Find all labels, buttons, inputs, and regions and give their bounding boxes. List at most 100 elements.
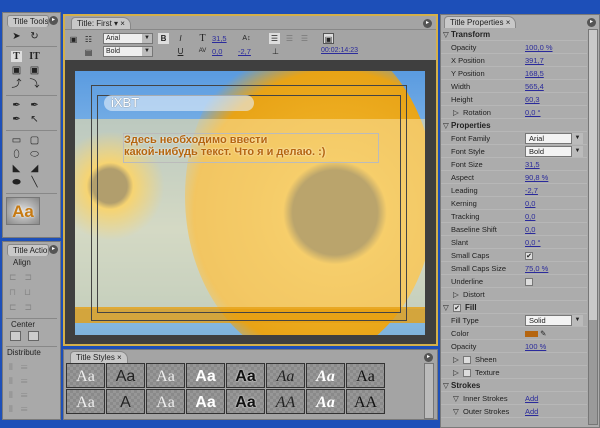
logo-text[interactable]: iXBT bbox=[111, 95, 139, 110]
expand-icon[interactable]: ▷ bbox=[453, 106, 459, 119]
roll-crawl-icon[interactable]: ☷ bbox=[83, 34, 94, 45]
property-value[interactable]: 0,0 ° bbox=[525, 236, 541, 249]
style-swatch[interactable]: Aa bbox=[186, 389, 225, 414]
panel-menu-button[interactable]: ▸ bbox=[49, 245, 58, 254]
delete-anchor-tool-icon[interactable]: ✒ bbox=[29, 100, 40, 111]
property-value[interactable]: 168,5 bbox=[525, 67, 544, 80]
line-tool-icon[interactable]: ╲ bbox=[29, 177, 40, 188]
italic-button[interactable]: I bbox=[175, 33, 186, 44]
title-text-box[interactable]: Здесь необходимо ввести какой-нибудь тек… bbox=[123, 133, 379, 163]
arc-tool-icon[interactable]: ◢ bbox=[29, 163, 40, 174]
collapse-icon[interactable]: ▽ bbox=[443, 301, 449, 314]
tab-title-properties[interactable]: Title Properties × bbox=[444, 16, 517, 28]
collapse-icon[interactable]: ▽ bbox=[443, 379, 449, 392]
style-swatch[interactable]: Aa bbox=[146, 389, 185, 414]
panel-menu-button[interactable]: ▸ bbox=[424, 353, 433, 362]
style-swatch[interactable]: Aa bbox=[226, 363, 265, 388]
tab-title-actions[interactable]: Title Actions bbox=[7, 244, 49, 256]
expand-icon[interactable]: ▷ bbox=[453, 288, 459, 301]
style-swatch[interactable]: Aa bbox=[66, 363, 105, 388]
property-value[interactable]: 100,0 % bbox=[525, 41, 553, 54]
style-swatch[interactable]: Aa bbox=[266, 363, 305, 388]
expand-icon[interactable]: ▷ bbox=[453, 353, 459, 366]
style-swatch[interactable]: Aa bbox=[186, 363, 225, 388]
panel-menu-button[interactable]: ▸ bbox=[423, 19, 432, 28]
timecode[interactable]: 00:02:14:23 bbox=[321, 47, 358, 54]
add-anchor-tool-icon[interactable]: ✒ bbox=[11, 114, 22, 125]
small-caps-checkbox[interactable]: ✔ bbox=[525, 252, 533, 261]
video-frame[interactable]: iXBT Здесь необходимо ввести какой-нибуд… bbox=[75, 71, 425, 335]
align-buttons[interactable]: ⊏⊐ ⊓⊔ ⊏⊐ bbox=[9, 270, 49, 315]
rounded-corner-tool-icon[interactable]: ⬭ bbox=[29, 149, 40, 160]
ellipse-tool-icon[interactable]: ⬬ bbox=[11, 177, 22, 188]
scrollbar-thumb[interactable] bbox=[589, 30, 597, 320]
style-swatch[interactable]: Aa bbox=[226, 389, 265, 414]
style-swatch[interactable]: Aa bbox=[106, 363, 145, 388]
tab-title-first[interactable]: Title: First ▾ × bbox=[71, 17, 131, 29]
font-size-value[interactable]: 31,5 bbox=[212, 34, 227, 43]
collapse-icon[interactable]: ▽ bbox=[453, 392, 459, 405]
rotation-tool-icon[interactable]: ↻ bbox=[29, 31, 40, 42]
font-family-dropdown[interactable]: Arial bbox=[525, 133, 583, 144]
tab-stops-icon[interactable]: ⊥ bbox=[270, 46, 281, 57]
property-value[interactable]: 391,7 bbox=[525, 54, 544, 67]
collapse-icon[interactable]: ▽ bbox=[443, 119, 449, 132]
fill-checkbox[interactable]: ✔ bbox=[453, 304, 461, 313]
tab-title-tools[interactable]: Title Tools bbox=[7, 15, 49, 27]
property-value[interactable]: -2,7 bbox=[525, 184, 538, 197]
properties-scrollbar[interactable] bbox=[588, 29, 598, 425]
styles-scrollbar[interactable] bbox=[424, 363, 434, 419]
property-value[interactable]: 0,0 bbox=[525, 223, 535, 236]
panel-menu-button[interactable]: ▸ bbox=[49, 16, 58, 25]
convert-anchor-tool-icon[interactable]: ↖ bbox=[29, 114, 40, 125]
underline-button[interactable]: U bbox=[175, 46, 186, 57]
property-value[interactable]: 0,0 bbox=[525, 197, 535, 210]
property-value[interactable]: Add bbox=[525, 392, 538, 405]
property-value[interactable]: 0,0 bbox=[525, 210, 535, 223]
style-swatch[interactable]: AA bbox=[346, 389, 385, 414]
selection-tool-icon[interactable]: ➤ bbox=[11, 31, 22, 42]
show-video-icon[interactable]: ▣ bbox=[323, 33, 334, 44]
property-value[interactable]: Add bbox=[525, 405, 538, 418]
style-swatch[interactable]: AA bbox=[266, 389, 305, 414]
style-swatch[interactable]: Aa bbox=[146, 363, 185, 388]
collapse-icon[interactable]: ▽ bbox=[443, 28, 449, 41]
eyedropper-icon[interactable]: ✎ bbox=[540, 329, 546, 338]
wedge-tool-icon[interactable]: ◣ bbox=[11, 163, 22, 174]
vertical-area-type-tool-icon[interactable]: ▣ bbox=[29, 65, 40, 76]
sheen-checkbox[interactable] bbox=[463, 356, 471, 365]
tab-title-styles[interactable]: Title Styles × bbox=[70, 351, 128, 363]
kerning-value[interactable]: 0,0 bbox=[212, 47, 222, 56]
property-value[interactable]: 31,5 bbox=[525, 158, 540, 171]
align-center-icon[interactable]: ☰ bbox=[284, 33, 295, 44]
expand-icon[interactable]: ▷ bbox=[453, 366, 459, 379]
property-value[interactable]: 565,4 bbox=[525, 80, 544, 93]
style-swatch[interactable]: Aa bbox=[346, 363, 385, 388]
clipped-rectangle-tool-icon[interactable]: ⬯ bbox=[11, 149, 22, 160]
vertical-path-type-tool-icon[interactable]: ⤵ bbox=[29, 79, 40, 90]
property-value[interactable]: 75,0 % bbox=[525, 262, 548, 275]
vertical-type-tool-icon[interactable]: IT bbox=[29, 51, 40, 62]
collapse-icon[interactable]: ▽ bbox=[453, 405, 459, 418]
center-vertical-button[interactable] bbox=[28, 331, 39, 341]
fill-type-dropdown[interactable]: Solid bbox=[525, 315, 583, 326]
rounded-rectangle-tool-icon[interactable]: ▢ bbox=[29, 135, 40, 146]
color-swatch[interactable] bbox=[525, 331, 538, 338]
path-type-tool-icon[interactable]: ⤴ bbox=[11, 79, 22, 90]
leading-value[interactable]: -2,7 bbox=[238, 47, 251, 56]
distribute-buttons[interactable]: ⫴☰ ⫴☰ ⫴☰ ⫴☰ bbox=[9, 360, 49, 418]
underline-checkbox[interactable] bbox=[525, 278, 533, 287]
property-value[interactable]: 60,3 bbox=[525, 93, 540, 106]
pen-tool-icon[interactable]: ✒ bbox=[11, 100, 22, 111]
style-swatch[interactable]: A bbox=[106, 389, 145, 414]
style-swatch[interactable]: Aa bbox=[306, 389, 345, 414]
property-value[interactable]: 0,0 ° bbox=[525, 106, 541, 119]
center-horizontal-button[interactable] bbox=[10, 331, 21, 341]
style-swatch[interactable]: Aa bbox=[306, 363, 345, 388]
new-title-icon[interactable]: ▣ bbox=[68, 34, 79, 45]
type-tool-icon[interactable]: T bbox=[11, 51, 22, 62]
align-left-icon[interactable]: ☰ bbox=[269, 33, 280, 44]
font-style-dropdown[interactable]: Bold ▼ bbox=[103, 46, 153, 57]
panel-menu-button[interactable]: ▸ bbox=[587, 18, 596, 27]
font-family-dropdown[interactable]: Arial ▼ bbox=[103, 33, 153, 44]
